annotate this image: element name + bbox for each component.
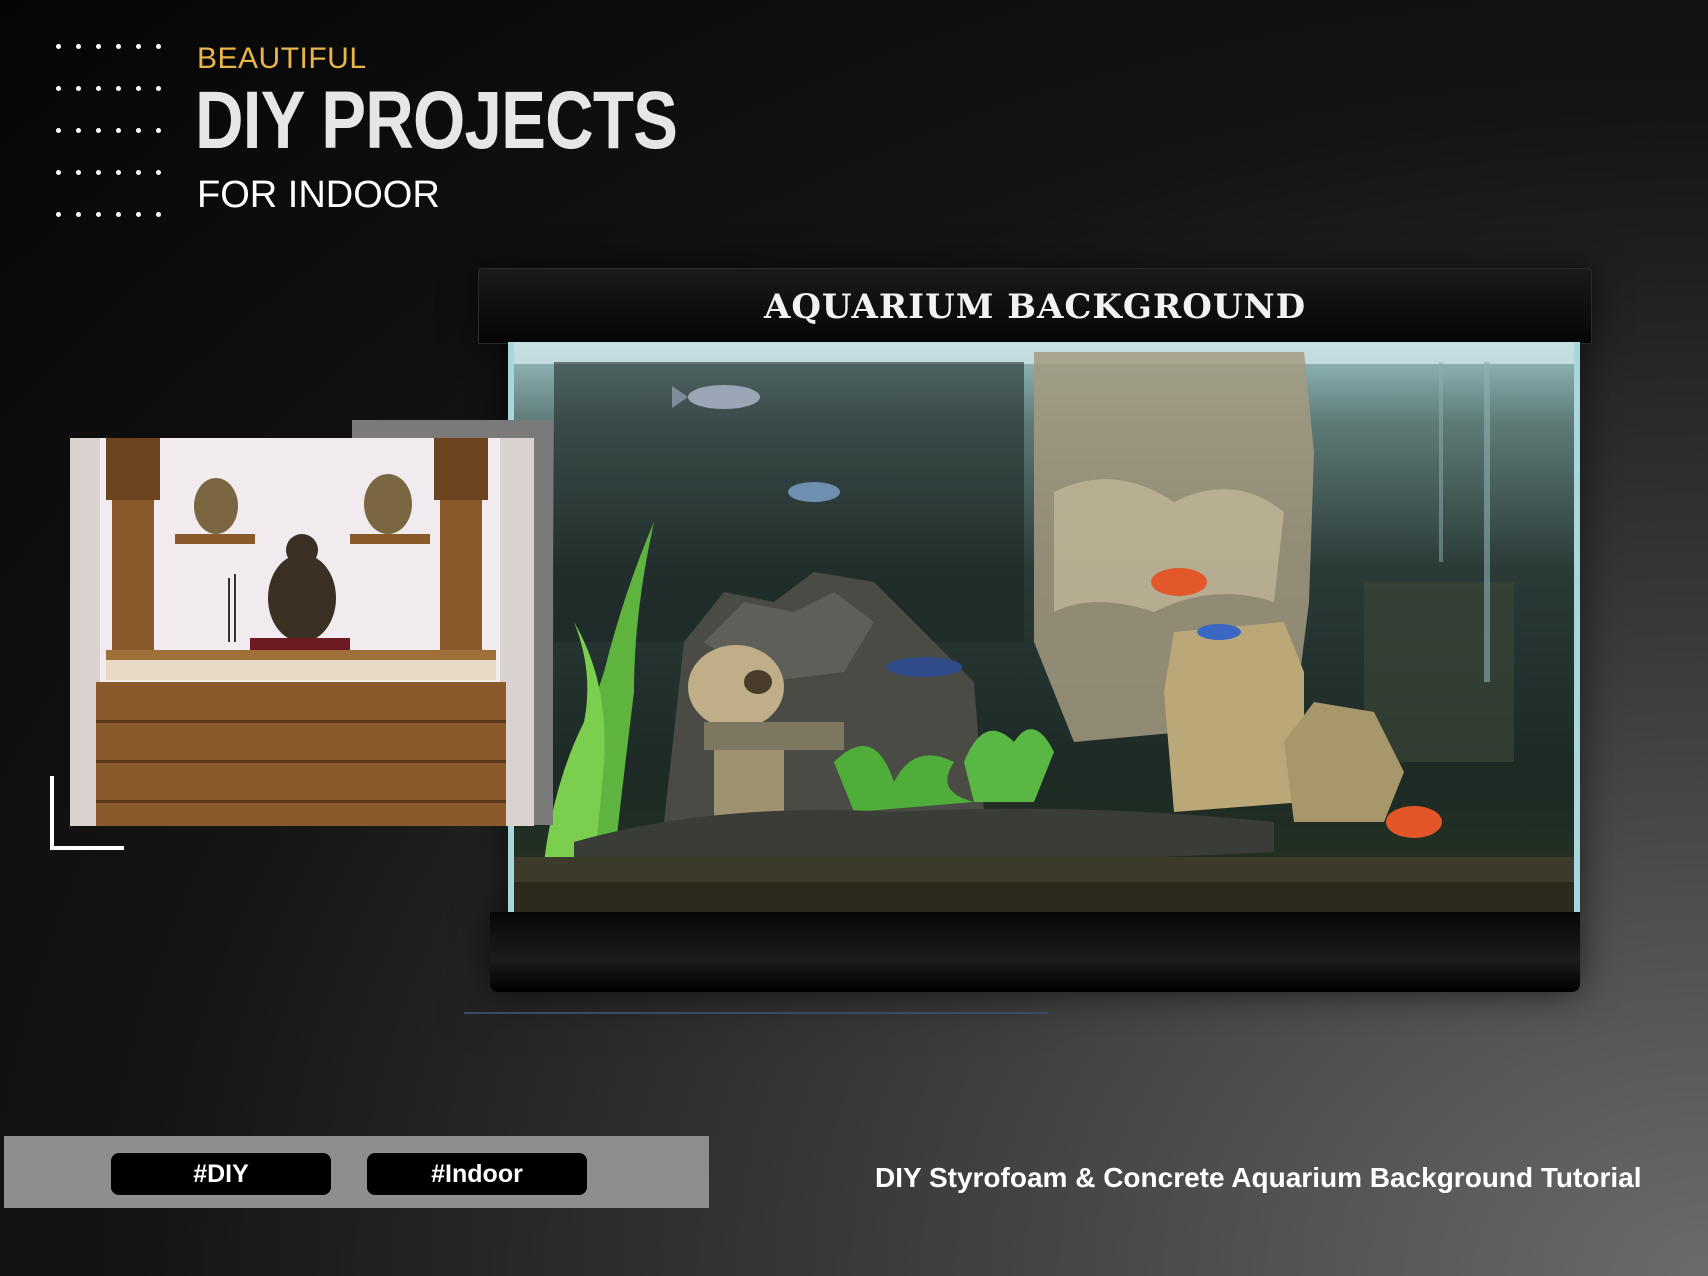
tank-water [508, 342, 1580, 912]
shrine-scene [70, 438, 534, 826]
dot [76, 44, 81, 49]
tag-indoor[interactable]: #Indoor [367, 1153, 587, 1195]
dot-grid-decoration [56, 44, 176, 234]
dot [116, 128, 121, 133]
dot [56, 86, 61, 91]
tag-diy[interactable]: #DIY [111, 1153, 331, 1195]
dot [96, 86, 101, 91]
tank-lid: AQUARIUM BACKGROUND [478, 268, 1592, 344]
corner-bracket-decoration [50, 776, 124, 850]
kicker-text: BEAUTIFUL [197, 42, 367, 75]
tag-bar [4, 1136, 709, 1208]
dot [96, 128, 101, 133]
dot [136, 212, 141, 217]
tank-outline [464, 1012, 1048, 1014]
dot [116, 44, 121, 49]
dot [56, 44, 61, 49]
dot [116, 170, 121, 175]
dot [156, 86, 161, 91]
dot [156, 44, 161, 49]
caption-text: DIY Styrofoam & Concrete Aquarium Backgr… [875, 1162, 1642, 1193]
aquarium-title: AQUARIUM BACKGROUND [763, 287, 1307, 327]
dot [56, 212, 61, 217]
dot [76, 212, 81, 217]
dot [96, 170, 101, 175]
page-title: DIY PROJECTS [195, 75, 678, 166]
tank-stand [490, 912, 1580, 992]
aquarium-scene [514, 342, 1574, 912]
dot [136, 170, 141, 175]
dot [56, 170, 61, 175]
dot [116, 86, 121, 91]
dot [156, 128, 161, 133]
dot [96, 212, 101, 217]
dot [76, 170, 81, 175]
dot [76, 128, 81, 133]
shrine-shelf-image [70, 438, 534, 826]
dot [116, 212, 121, 217]
page-subtitle: FOR INDOOR [197, 174, 440, 216]
aquarium-image: AQUARIUM BACKGROUND [464, 268, 1598, 1028]
dot [156, 212, 161, 217]
dot [136, 128, 141, 133]
dot [136, 44, 141, 49]
dot [136, 86, 141, 91]
dot [96, 44, 101, 49]
dot [76, 86, 81, 91]
dot [156, 170, 161, 175]
dot [56, 128, 61, 133]
